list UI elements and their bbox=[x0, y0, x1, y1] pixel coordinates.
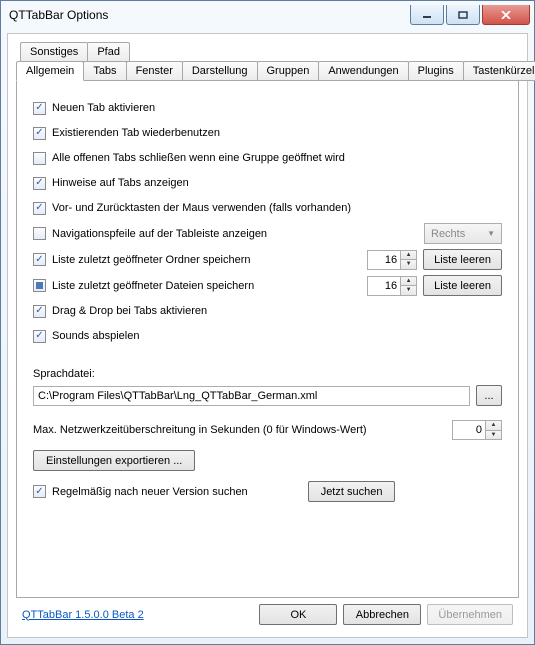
spin-down-icon[interactable]: ▼ bbox=[485, 430, 501, 440]
spin-up-icon[interactable]: ▲ bbox=[400, 251, 416, 260]
tab-sonstiges[interactable]: Sonstiges bbox=[20, 42, 88, 62]
tab-darstellung[interactable]: Darstellung bbox=[182, 61, 258, 81]
spin-down-icon[interactable]: ▼ bbox=[400, 259, 416, 269]
checkbox-close-all-on-group[interactable] bbox=[33, 152, 46, 165]
chevron-down-icon: ▼ bbox=[487, 229, 495, 238]
label-close-all-on-group: Alle offenen Tabs schließen wenn eine Gr… bbox=[52, 152, 502, 164]
checkbox-drag-drop-tabs[interactable] bbox=[33, 305, 46, 318]
maximize-button[interactable] bbox=[446, 5, 480, 25]
checkbox-play-sounds[interactable] bbox=[33, 330, 46, 343]
checkbox-recent-folders[interactable] bbox=[33, 253, 46, 266]
minimize-icon bbox=[422, 11, 432, 19]
tab-allgemein[interactable]: Allgemein bbox=[16, 61, 84, 81]
tab-tastenkuerzel[interactable]: Tastenkürzel bbox=[463, 61, 535, 81]
checkbox-check-updates[interactable] bbox=[33, 485, 46, 498]
close-icon bbox=[501, 11, 511, 19]
label-play-sounds: Sounds abspielen bbox=[52, 330, 502, 342]
tab-tabs[interactable]: Tabs bbox=[83, 61, 126, 81]
input-language-path[interactable] bbox=[33, 386, 470, 406]
maximize-icon bbox=[458, 11, 468, 19]
button-check-now[interactable]: Jetzt suchen bbox=[308, 481, 396, 502]
spin-up-icon[interactable]: ▲ bbox=[485, 421, 501, 430]
select-nav-arrow-side: Rechts ▼ bbox=[424, 223, 502, 244]
button-apply: Übernehmen bbox=[427, 604, 513, 625]
label-net-timeout: Max. Netzwerkzeitüberschreitung in Sekun… bbox=[33, 424, 367, 436]
minimize-button[interactable] bbox=[410, 5, 444, 25]
input-net-timeout[interactable] bbox=[453, 421, 485, 439]
stepper-net-timeout[interactable]: ▲ ▼ bbox=[452, 420, 502, 440]
label-recent-files: Liste zuletzt geöffneter Dateien speiche… bbox=[52, 280, 254, 292]
label-reuse-existing-tab: Existierenden Tab wiederbenutzen bbox=[52, 127, 502, 139]
label-drag-drop-tabs: Drag & Drop bei Tabs aktivieren bbox=[52, 305, 502, 317]
spin-up-icon[interactable]: ▲ bbox=[400, 277, 416, 286]
close-button[interactable] bbox=[482, 5, 530, 25]
checkbox-nav-arrows[interactable] bbox=[33, 227, 46, 240]
dialog-footer: QTTabBar 1.5.0.0 Beta 2 OK Abbrechen Übe… bbox=[16, 598, 519, 629]
options-window: QTTabBar Options Sonstiges Pfad Allgemei… bbox=[0, 0, 535, 645]
button-clear-recent-files[interactable]: Liste leeren bbox=[423, 275, 502, 296]
label-recent-folders: Liste zuletzt geöffneter Ordner speicher… bbox=[52, 254, 251, 266]
tab-anwendungen[interactable]: Anwendungen bbox=[318, 61, 408, 81]
label-check-updates: Regelmäßig nach neuer Version suchen bbox=[52, 486, 248, 498]
button-cancel[interactable]: Abbrechen bbox=[343, 604, 421, 625]
tab-gruppen[interactable]: Gruppen bbox=[257, 61, 320, 81]
spin-down-icon[interactable]: ▼ bbox=[400, 285, 416, 295]
select-nav-arrow-value: Rechts bbox=[431, 228, 465, 240]
button-browse-language[interactable]: ... bbox=[476, 385, 502, 406]
checkbox-recent-files[interactable] bbox=[33, 279, 46, 292]
checkbox-activate-new-tab[interactable] bbox=[33, 102, 46, 115]
label-nav-arrows: Navigationspfeile auf der Tableiste anze… bbox=[52, 228, 267, 240]
window-controls bbox=[408, 5, 530, 25]
link-version[interactable]: QTTabBar 1.5.0.0 Beta 2 bbox=[22, 609, 144, 621]
checkbox-mouse-back-forward[interactable] bbox=[33, 202, 46, 215]
label-activate-new-tab: Neuen Tab aktivieren bbox=[52, 102, 502, 114]
button-ok[interactable]: OK bbox=[259, 604, 337, 625]
button-export-settings[interactable]: Einstellungen exportieren ... bbox=[33, 450, 195, 471]
label-language-file: Sprachdatei: bbox=[33, 368, 502, 380]
tab-pfad[interactable]: Pfad bbox=[87, 42, 130, 62]
label-show-tab-hints: Hinweise auf Tabs anzeigen bbox=[52, 177, 502, 189]
input-recent-folders-count[interactable] bbox=[368, 251, 400, 269]
window-title: QTTabBar Options bbox=[9, 8, 408, 22]
input-recent-files-count[interactable] bbox=[368, 277, 400, 295]
tab-plugins[interactable]: Plugins bbox=[408, 61, 464, 81]
tab-row-upper: Sonstiges Pfad bbox=[20, 42, 519, 62]
stepper-recent-files[interactable]: ▲ ▼ bbox=[367, 276, 417, 296]
titlebar: QTTabBar Options bbox=[1, 1, 534, 29]
label-mouse-back-forward: Vor- und Zurücktasten der Maus verwenden… bbox=[52, 202, 502, 214]
checkbox-show-tab-hints[interactable] bbox=[33, 177, 46, 190]
client-area: Sonstiges Pfad Allgemein Tabs Fenster Da… bbox=[7, 33, 528, 638]
stepper-recent-folders[interactable]: ▲ ▼ bbox=[367, 250, 417, 270]
checkbox-reuse-existing-tab[interactable] bbox=[33, 127, 46, 140]
tab-panel-allgemein: Neuen Tab aktivieren Existierenden Tab w… bbox=[16, 80, 519, 598]
button-clear-recent-folders[interactable]: Liste leeren bbox=[423, 249, 502, 270]
tab-row-lower: Allgemein Tabs Fenster Darstellung Grupp… bbox=[16, 61, 519, 81]
tab-fenster[interactable]: Fenster bbox=[126, 61, 183, 81]
